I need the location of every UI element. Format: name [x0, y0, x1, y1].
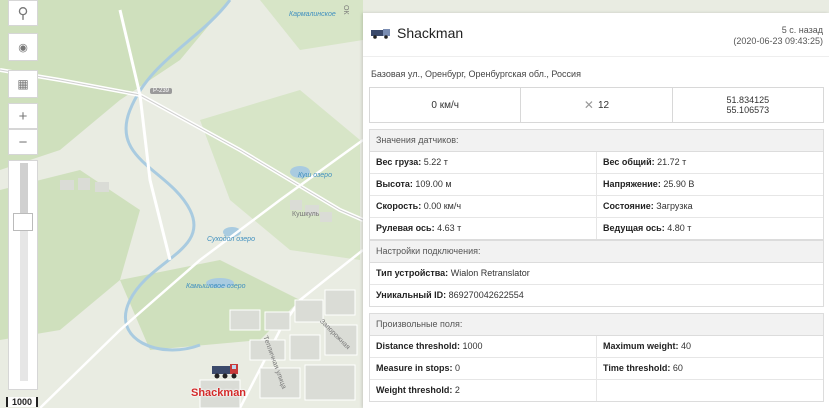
custom-field-cell: Measure in stops: 0	[376, 363, 461, 373]
table-row: Distance threshold: 1000 Maximum weight:…	[370, 336, 823, 358]
truck-marker-icon[interactable]	[210, 360, 240, 380]
unique-id: Уникальный ID: 869270042622554	[376, 290, 524, 300]
sensor-cell: Ведущая ось: 4.80 т	[596, 218, 823, 239]
table-row: Weight threshold: 2	[370, 380, 823, 401]
search-icon: ⚲	[17, 5, 29, 22]
search-button[interactable]: ⚲	[8, 0, 38, 26]
table-row: Уникальный ID: 869270042622554	[370, 285, 823, 306]
map-label-kamyshovoe-lake: Камышовое озеро	[186, 283, 246, 290]
connection-title: Настройки подключения:	[370, 241, 823, 263]
map-label-karmalinskoe: Кармалинское	[289, 11, 336, 18]
sensor-cell: Вес общий: 21.72 т	[596, 152, 823, 173]
sensors-section: Значения датчиков: Вес груза: 5.22 т Вес…	[369, 129, 824, 240]
table-row: Высота: 109.00 м Напряжение: 25.90 В	[370, 174, 823, 196]
custom-field-cell: Weight threshold: 2	[376, 385, 460, 395]
visibility-button[interactable]: ◉	[8, 33, 38, 61]
longitude: 55.106573	[726, 105, 770, 115]
table-row: Вес груза: 5.22 т Вес общий: 21.72 т	[370, 152, 823, 174]
sensor-cell: Напряжение: 25.90 В	[596, 174, 823, 195]
map-scale: 1000	[6, 397, 39, 407]
road-badge-p239: Р-239	[150, 88, 173, 94]
unit-address: Базовая ул., Оренбург, Оренбургская обл.…	[371, 69, 581, 79]
custom-field-cell: Maximum weight: 40	[596, 336, 823, 357]
panel-header: Shackman 5 с. назад (2020-06-23 09:43:25…	[363, 13, 829, 53]
truck-icon	[371, 29, 390, 39]
map-icon: ▦	[17, 77, 29, 91]
latitude: 51.834125	[726, 95, 770, 105]
unit-name: Shackman	[397, 25, 464, 41]
unit-stats: 0 км/ч ✕ 12 51.834125 55.106573	[369, 87, 824, 123]
custom-fields-title: Произвольные поля:	[370, 314, 823, 336]
zoom-slider-fill	[20, 163, 28, 215]
zoom-out-button[interactable]: −	[8, 129, 38, 155]
map-label-sukhodol-lake: Суходол озеро	[207, 236, 255, 243]
satellites-count: 12	[597, 99, 610, 111]
coordinates-cell: 51.834125 55.106573	[673, 88, 823, 122]
sensors-title: Значения датчиков:	[370, 130, 823, 152]
minus-icon: −	[18, 133, 28, 151]
plus-icon: +	[18, 107, 28, 125]
table-row: Скорость: 0.00 км/ч Состояние: Загрузка	[370, 196, 823, 218]
device-type: Тип устройства: Wialon Retranslator	[376, 268, 530, 278]
satellite-icon: ✕	[583, 98, 594, 112]
sensor-cell: Вес груза: 5.22 т	[376, 157, 448, 167]
table-row: Рулевая ось: 4.63 т Ведущая ось: 4.80 т	[370, 218, 823, 239]
marker-label[interactable]: Shackman	[191, 387, 246, 399]
sensor-cell: Состояние: Загрузка	[596, 196, 823, 217]
map-label-kushkul: Кушкуль	[292, 211, 320, 218]
speed-value: 0 км/ч	[370, 88, 522, 122]
table-row: Тип устройства: Wialon Retranslator	[370, 263, 823, 285]
table-row: Measure in stops: 0 Time threshold: 60	[370, 358, 823, 380]
zoom-slider-rail	[20, 231, 28, 381]
map-layers-button[interactable]: ▦	[8, 70, 38, 98]
custom-field-cell	[596, 380, 823, 401]
custom-field-cell: Time threshold: 60	[596, 358, 823, 379]
connection-section: Настройки подключения: Тип устройства: W…	[369, 240, 824, 307]
custom-field-cell: Distance threshold: 1000	[376, 341, 483, 351]
map-label-kush-lake: Куш озеро	[298, 172, 332, 179]
custom-fields-section: Произвольные поля: Distance threshold: 1…	[369, 313, 824, 402]
last-message-time: 5 с. назад (2020-06-23 09:43:25)	[733, 25, 823, 47]
zoom-slider[interactable]	[8, 160, 38, 390]
map-label-ok: ОК	[342, 5, 349, 15]
sensor-cell: Скорость: 0.00 км/ч	[376, 201, 462, 211]
last-message-timestamp: (2020-06-23 09:43:25)	[733, 36, 823, 46]
last-message-ago: 5 с. назад	[781, 25, 823, 35]
divider	[363, 56, 829, 57]
zoom-in-button[interactable]: +	[8, 103, 38, 129]
eye-icon: ◉	[18, 41, 28, 54]
zoom-slider-handle[interactable]	[13, 213, 33, 231]
satellites-cell: ✕ 12	[521, 88, 673, 122]
sensor-cell: Рулевая ось: 4.63 т	[376, 223, 462, 233]
unit-info-panel: Shackman 5 с. назад (2020-06-23 09:43:25…	[363, 13, 829, 408]
sensor-cell: Высота: 109.00 м	[376, 179, 452, 189]
